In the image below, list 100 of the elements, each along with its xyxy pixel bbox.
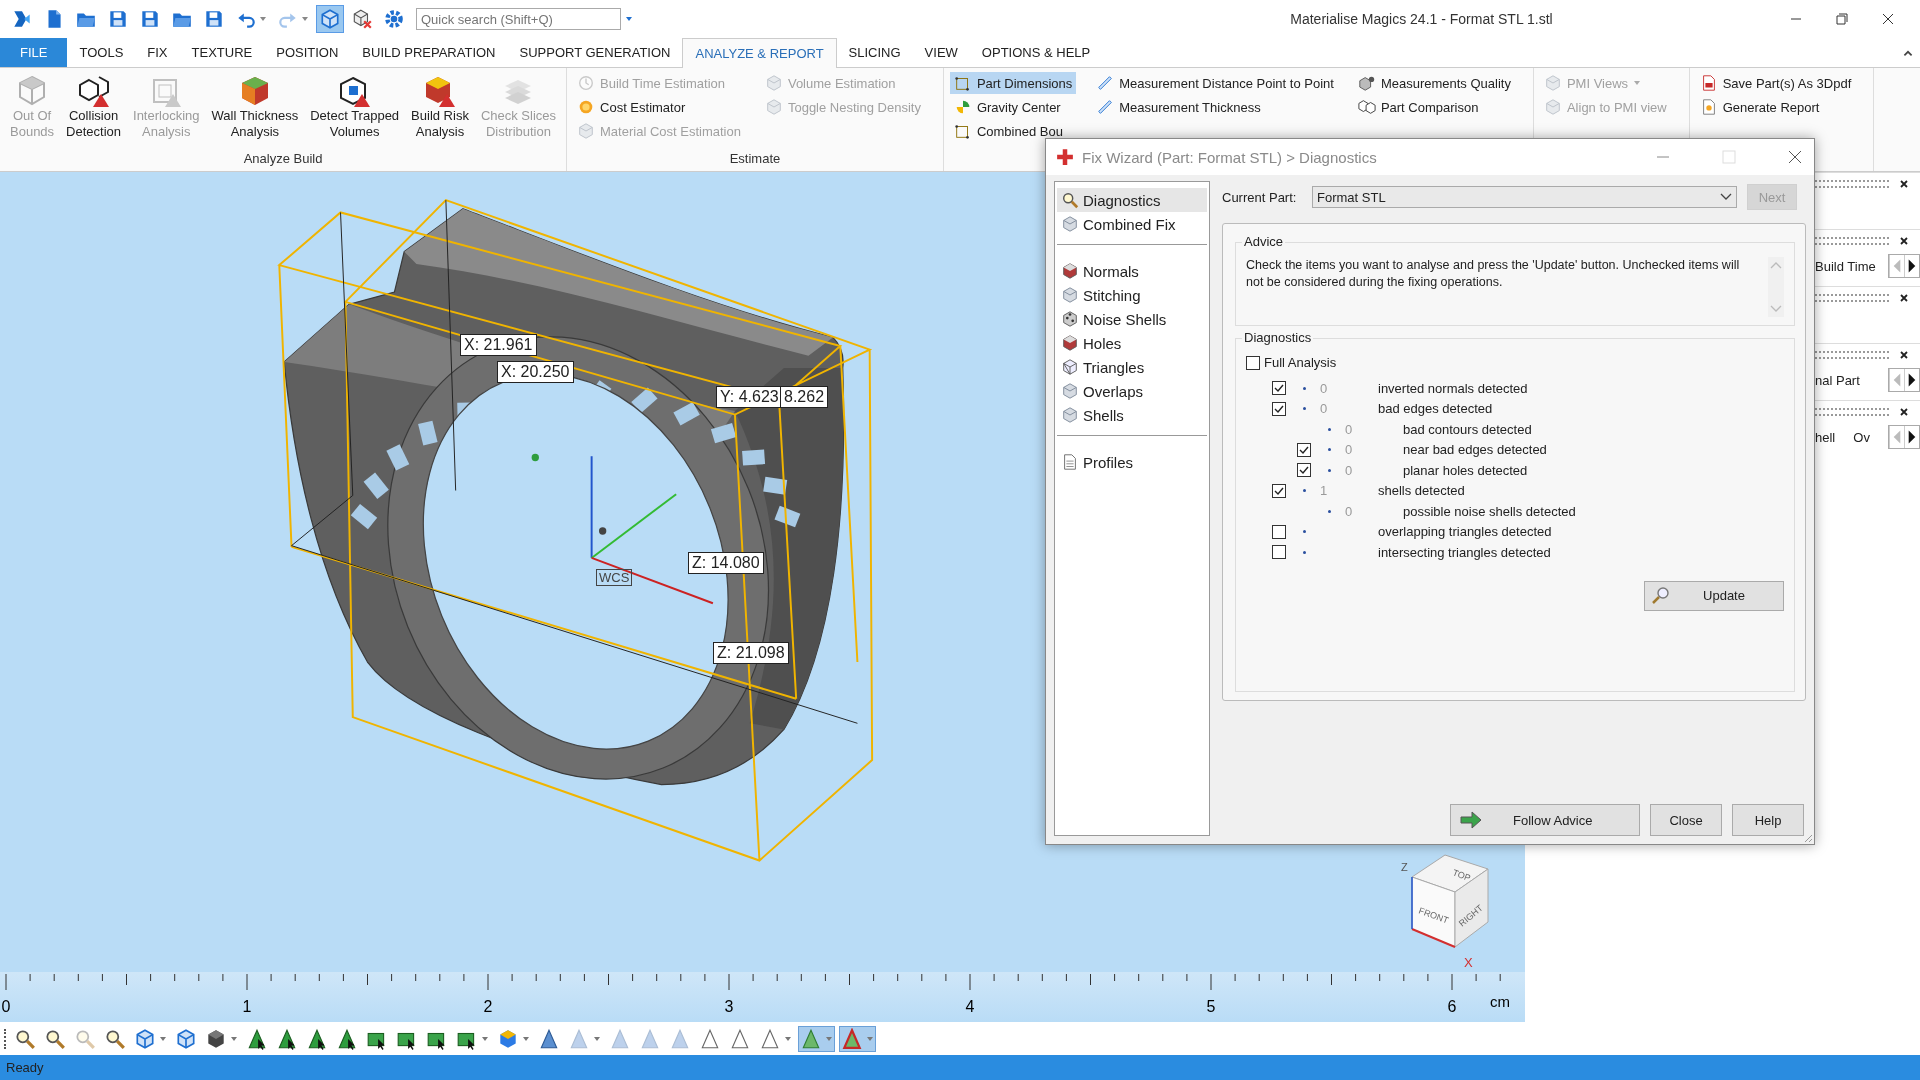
update-button[interactable]: Update (1644, 580, 1784, 611)
bullet-dot (1327, 468, 1331, 472)
ribbon-tab[interactable]: POSITION (264, 38, 351, 67)
ruler-icon (1096, 98, 1115, 116)
view-cube-face-label[interactable]: TOP (1451, 867, 1472, 884)
ribbon-item[interactable]: Part Comparison (1353, 96, 1515, 118)
ribbon-tab[interactable]: SUPPORT GENERATION (507, 38, 683, 67)
ribbon-tab[interactable]: SLICING (836, 38, 913, 67)
caret-icon (825, 1034, 833, 1043)
ribbon-tab[interactable]: FIX (135, 38, 180, 67)
part-dropdown[interactable]: Format STL (1312, 186, 1737, 208)
nav-item[interactable]: Overlaps (1057, 379, 1207, 403)
document-icon (1061, 453, 1079, 471)
close-icon[interactable] (1899, 293, 1909, 303)
ruler-label: 0 (1, 998, 11, 1015)
cube-icon (764, 74, 783, 92)
checkbox[interactable] (1272, 381, 1286, 396)
restore-icon[interactable] (1836, 13, 1848, 25)
follow-advice-button[interactable]: Follow Advice (1450, 804, 1640, 836)
count-text: 0 (1345, 462, 1353, 478)
arrow-right-icon (1459, 811, 1483, 829)
diagnostic-label: bad edges detected (1378, 401, 1493, 417)
app-logo-icon (11, 8, 33, 30)
ribbon-item[interactable]: Generate Report (1695, 96, 1856, 118)
cube-icon (1061, 358, 1079, 376)
file-tab[interactable]: FILE (0, 38, 68, 67)
ribbon-tab[interactable]: ANALYZE & REPORT (682, 38, 837, 68)
measurement-label: 8.262 (780, 386, 829, 408)
count-text: 0 (1345, 503, 1353, 519)
cube-icon (175, 1027, 197, 1050)
ribbon-button[interactable]: Wall Thickness Analysis (207, 72, 303, 151)
checkbox[interactable] (1272, 401, 1286, 416)
ribbon-button[interactable]: Build Risk Analysis (407, 72, 473, 151)
ribbon-tab[interactable]: TOOLS (67, 38, 136, 67)
help-button[interactable]: Help (1732, 804, 1804, 836)
checkbox[interactable] (1272, 545, 1286, 560)
gear-icon (383, 8, 405, 30)
nav-item[interactable]: Noise Shells (1057, 307, 1207, 331)
bullet-dot (1327, 509, 1331, 513)
caret-icon (522, 1034, 530, 1043)
ribbon-tab[interactable]: TEXTURE (179, 38, 265, 67)
ribbon-tab[interactable]: BUILD PREPARATION (350, 38, 508, 67)
bounding-box-icon (953, 122, 972, 140)
cube-icon (205, 1027, 227, 1050)
nav-item[interactable]: Combined Fix (1057, 212, 1207, 236)
ribbon-item[interactable]: Gravity Center (949, 96, 1077, 118)
close-icon[interactable] (1788, 150, 1802, 164)
nav-item[interactable]: Stitching (1057, 283, 1207, 307)
count-text: 0 (1320, 380, 1328, 396)
ribbon-button[interactable]: Detect Trapped Volumes (306, 72, 404, 151)
caret-icon[interactable] (625, 15, 633, 23)
ribbon-tab[interactable]: OPTIONS & HELP (969, 38, 1103, 67)
ribbon-item[interactable]: Measurements Quality (1353, 72, 1515, 94)
zoom-icon (74, 1027, 96, 1050)
search-icon (1651, 585, 1671, 606)
checkbox[interactable] (1297, 463, 1311, 478)
checkbox[interactable] (1272, 524, 1286, 539)
ribbon-item[interactable]: Measurement Distance Point to Point (1092, 72, 1338, 94)
nav-item[interactable]: Holes (1057, 331, 1207, 355)
close-icon[interactable] (1899, 407, 1909, 417)
nav-item[interactable]: Shells (1057, 403, 1207, 427)
ribbon-item[interactable]: Combined Bou (949, 120, 1077, 142)
triangle-pointer-icon (276, 1027, 298, 1050)
clock-icon (577, 74, 596, 92)
ribbon-tab[interactable]: VIEW (912, 38, 970, 67)
close-button[interactable]: Close (1650, 804, 1722, 836)
measurement-label: X: 20.250 (497, 361, 574, 383)
close-icon[interactable] (1882, 13, 1894, 25)
ribbon-button[interactable]: Collision Detection (62, 72, 125, 151)
nav-item[interactable]: Triangles (1057, 355, 1207, 379)
checkbox[interactable] (1272, 483, 1286, 498)
caret-icon (481, 1034, 489, 1043)
caret-icon (784, 1034, 792, 1043)
bounding-box-icon (953, 74, 972, 92)
close-icon[interactable] (1899, 179, 1909, 189)
ribbon-item[interactable]: Cost Estimator (573, 96, 745, 118)
bullet-dot (1302, 407, 1306, 411)
search-field[interactable]: Quick search (Shift+Q) (416, 8, 621, 30)
cube-icon (577, 122, 596, 140)
cube-delete-icon (351, 8, 373, 30)
measurement-label: X: 21.961 (460, 334, 537, 356)
ruler-label: 5 (1206, 998, 1216, 1015)
close-icon[interactable] (1899, 350, 1909, 360)
bullet-dot (1302, 489, 1306, 493)
checkbox[interactable] (1297, 442, 1311, 457)
ribbon-item[interactable]: Save Part(s) As 3Dpdf (1695, 72, 1856, 94)
nav-item[interactable]: Diagnostics (1057, 188, 1207, 212)
resize-grip-icon[interactable] (1803, 833, 1813, 843)
close-icon[interactable] (1899, 236, 1909, 246)
nav-item[interactable]: Profiles (1057, 450, 1207, 474)
nav-item[interactable]: Normals (1057, 259, 1207, 283)
checkbox[interactable] (1246, 355, 1260, 370)
axis-label: X (1464, 955, 1473, 970)
count-text: 0 (1320, 401, 1328, 417)
view-cube[interactable] (1411, 854, 1489, 948)
group-title: Diagnostics (1242, 330, 1314, 345)
ribbon-item[interactable]: Measurement Thickness (1092, 96, 1338, 118)
ribbon-item[interactable]: Part Dimensions (949, 72, 1077, 94)
triangle-icon (759, 1027, 781, 1050)
caret-icon (593, 1034, 601, 1043)
